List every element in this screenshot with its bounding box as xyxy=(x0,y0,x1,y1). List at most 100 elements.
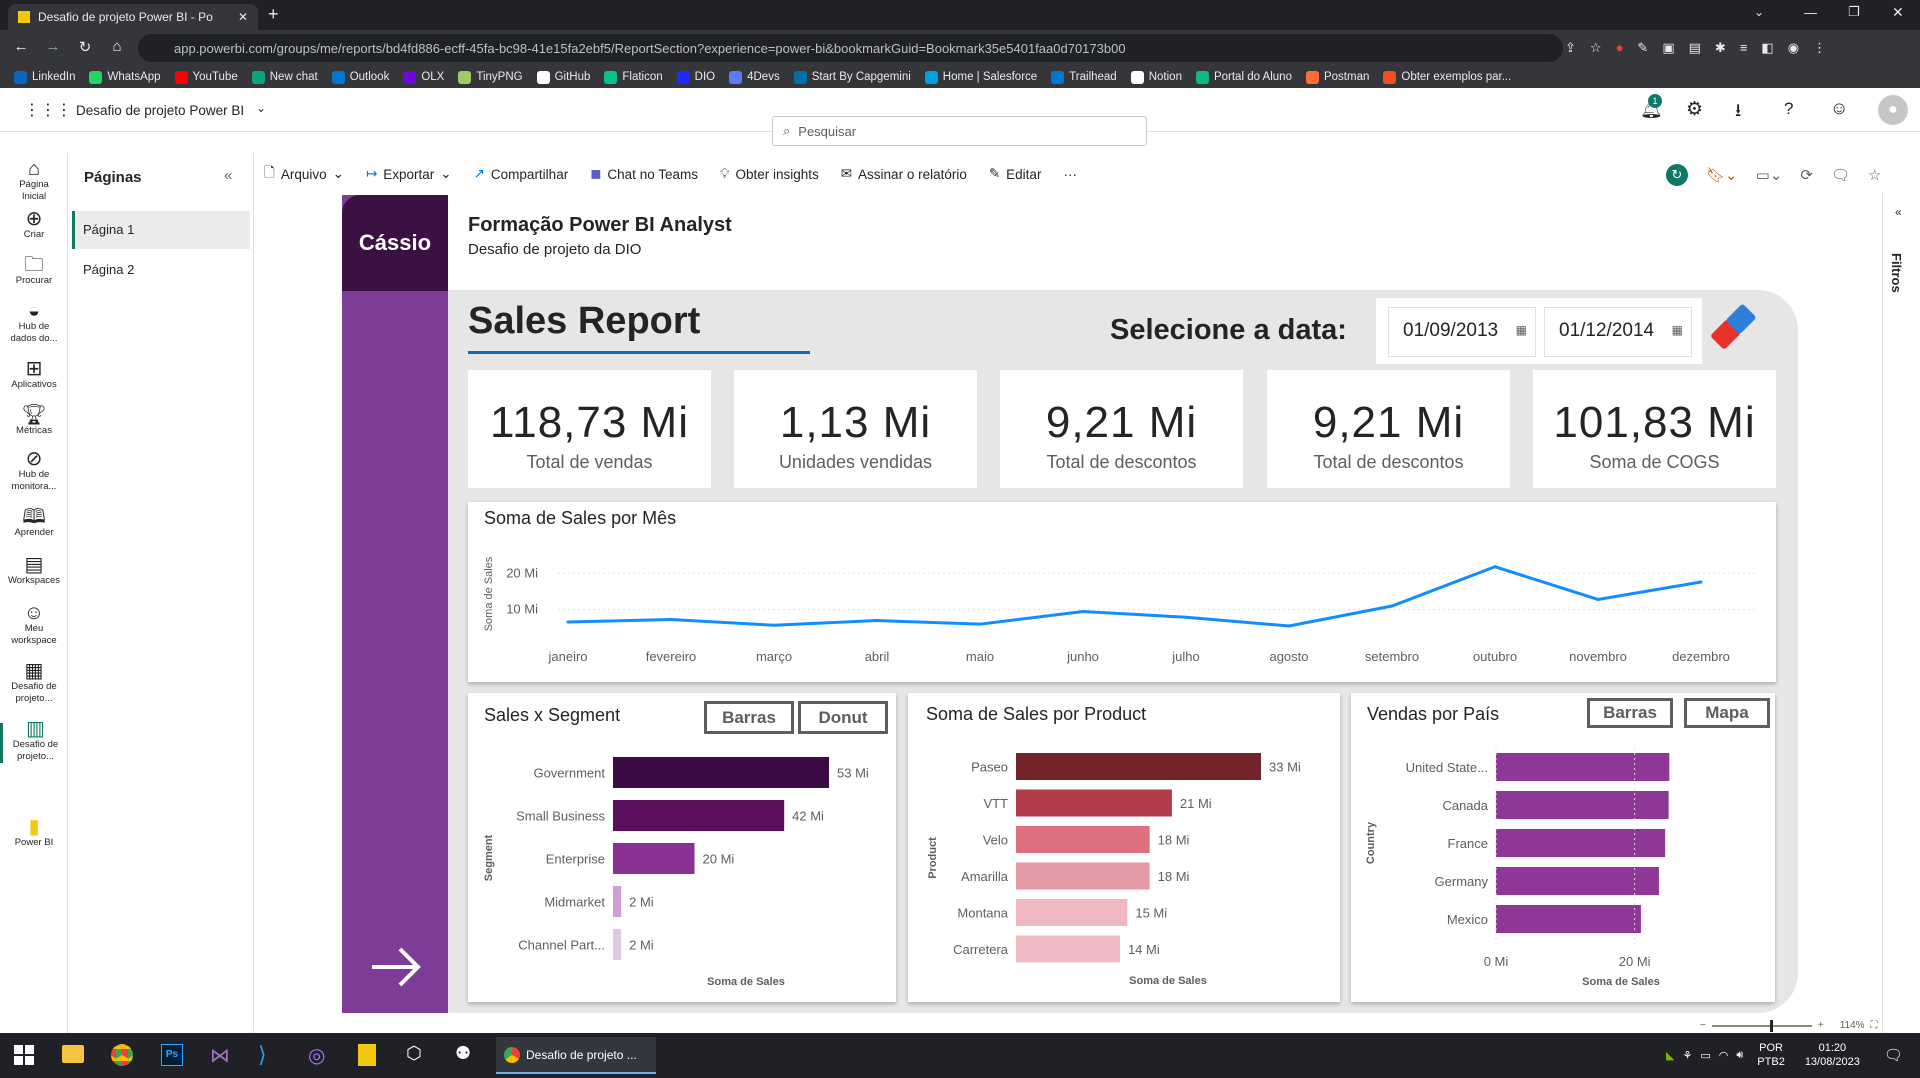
mapa-button[interactable]: Mapa xyxy=(1684,698,1770,728)
bookmark-whatsapp[interactable]: WhatsApp xyxy=(89,70,161,84)
zoom-in-icon[interactable]: + xyxy=(1818,1020,1824,1031)
bookmark-youtube[interactable]: YouTube xyxy=(174,70,238,84)
unity-icon[interactable]: ⬡ xyxy=(406,1043,422,1064)
date-end-input[interactable]: 01/12/2014 ▦ xyxy=(1544,307,1692,357)
extension-square-icon[interactable]: ▣ xyxy=(1662,40,1674,56)
nav-pagina-inicial[interactable]: ⌂ Página Inicial xyxy=(0,159,68,203)
share-button[interactable]: ↗ Compartilhar xyxy=(474,166,569,182)
bar[interactable] xyxy=(1016,789,1172,817)
url-field[interactable]: app.powerbi.com/groups/me/reports/bd4fd8… xyxy=(138,34,1563,62)
date-start-input[interactable]: 01/09/2013 ▦ xyxy=(1388,307,1536,357)
extensions-puzzle-icon[interactable]: ✱ xyxy=(1715,40,1726,56)
extension-red-icon[interactable]: ● xyxy=(1616,40,1624,56)
bookmark-4devs[interactable]: 4Devs xyxy=(729,70,780,84)
display-icon[interactable]: ▭ xyxy=(1700,1049,1710,1062)
line-point[interactable] xyxy=(1081,609,1085,613)
line-point[interactable] xyxy=(1493,565,1497,569)
line-point[interactable] xyxy=(669,617,673,621)
page-item-1[interactable]: Página 1 xyxy=(72,211,250,249)
bar[interactable] xyxy=(613,929,622,960)
photoshop-icon[interactable]: Ps xyxy=(161,1044,183,1066)
bookmark-flaticon[interactable]: Flaticon xyxy=(604,70,663,84)
bar[interactable] xyxy=(613,886,622,917)
nav-workspaces[interactable]: ▤ Workspaces xyxy=(0,555,68,587)
expand-filters-icon[interactable]: « xyxy=(1895,205,1902,219)
edit-button[interactable]: ✎ Editar xyxy=(989,166,1042,182)
file-explorer-icon[interactable] xyxy=(62,1045,84,1063)
comment-icon[interactable]: 🗨︎ xyxy=(1831,166,1850,184)
browser-tab[interactable]: Desafio de projeto Power BI - Po ✕ xyxy=(8,4,258,30)
country-chart-panel[interactable]: Vendas por País United State... Canada Fra… xyxy=(1351,693,1775,1002)
line-point[interactable] xyxy=(1184,615,1188,619)
bar[interactable] xyxy=(1496,905,1641,933)
bookmark-github[interactable]: GitHub xyxy=(536,70,590,84)
nav-metricas[interactable]: 🏆︎ Métricas xyxy=(0,405,68,437)
bar[interactable] xyxy=(1496,753,1670,781)
profile-avatar-icon[interactable]: ◉ xyxy=(1788,40,1799,56)
bar[interactable] xyxy=(1016,862,1150,890)
chevron-down-icon[interactable]: ⌄ xyxy=(256,101,266,115)
bookmark-dio[interactable]: DIO xyxy=(676,70,715,84)
nav-desafio-de-projeto[interactable]: ▥ Desafio de projeto... xyxy=(0,719,68,763)
nav-hub-de-monitora[interactable]: ⊘ Hub de monitora... xyxy=(0,449,68,493)
calendar-icon[interactable]: ▦ xyxy=(1672,323,1683,337)
line-point[interactable] xyxy=(1699,580,1703,584)
zoom-slider-thumb[interactable] xyxy=(1769,1019,1773,1032)
bar[interactable] xyxy=(1496,791,1669,819)
refresh-icon[interactable]: ⟳ xyxy=(1800,166,1813,184)
notifications-icon[interactable]: 🗨︎ xyxy=(1884,1046,1903,1064)
star-bookmark-icon[interactable]: ☆ xyxy=(1590,40,1602,56)
bookmark-outlook[interactable]: Outlook xyxy=(331,70,389,84)
bar[interactable] xyxy=(1016,753,1261,780)
powerbi-taskbar-icon[interactable] xyxy=(358,1044,376,1066)
bookmark-linkedin[interactable]: LinkedIn xyxy=(14,70,75,84)
windows-start-icon[interactable] xyxy=(14,1045,34,1065)
nav-procurar[interactable]: 🗀︎ Procurar xyxy=(0,255,68,287)
forward-icon[interactable]: → xyxy=(42,38,64,55)
nav-hub-de-dados-do[interactable]: ◒ Hub de dados do... xyxy=(0,301,68,345)
line-point[interactable] xyxy=(1390,604,1394,608)
zoom-out-icon[interactable]: − xyxy=(1700,1020,1706,1031)
bar[interactable] xyxy=(613,843,695,874)
wifi-icon[interactable]: ◠ xyxy=(1719,1049,1729,1062)
calendar-icon[interactable]: ▦ xyxy=(1516,323,1527,337)
nav-aplicativos[interactable]: ⊞ Aplicativos xyxy=(0,359,68,391)
bar[interactable] xyxy=(613,757,829,788)
bookmark-portal-do-aluno[interactable]: Portal do Aluno xyxy=(1195,70,1292,84)
chrome-icon[interactable] xyxy=(111,1044,133,1066)
line-point[interactable] xyxy=(1596,597,1600,601)
reading-list-icon[interactable]: ≡ xyxy=(1740,40,1748,56)
line-chart-panel[interactable]: Soma de Sales por Mês Soma de Sales 10 Mi… xyxy=(468,502,1776,682)
game-icon[interactable]: ⚉ xyxy=(455,1043,471,1064)
line-point[interactable] xyxy=(875,619,879,623)
nav-criar[interactable]: ⊕ Criar xyxy=(0,209,68,241)
reload-icon[interactable]: ↻ xyxy=(74,38,96,56)
nav-desafio-de-projeto[interactable]: ▦ Desafio de projeto... xyxy=(0,661,68,705)
zoom-slider[interactable] xyxy=(1711,1019,1812,1032)
teams-chat-button[interactable]: ◼ Chat no Teams xyxy=(590,166,698,182)
home-browser-icon[interactable]: ⌂ xyxy=(106,38,128,55)
close-tab-icon[interactable]: ✕ xyxy=(238,10,248,24)
minimize-icon[interactable]: — xyxy=(1804,5,1817,20)
vscode-icon[interactable]: ⟩ xyxy=(258,1042,267,1068)
bookmark-obter-exemplos-par[interactable]: Obter exemplos par... xyxy=(1383,70,1511,84)
bar[interactable] xyxy=(1016,899,1128,926)
nvidia-icon[interactable]: ◣ xyxy=(1666,1049,1674,1062)
collapse-pane-icon[interactable]: « xyxy=(224,167,232,184)
line-point[interactable] xyxy=(772,623,776,627)
view-icon[interactable]: ▭⌄ xyxy=(1756,166,1783,184)
product-chart-panel[interactable]: Soma de Sales por Product Paseo 33 Mi VTT 2… xyxy=(908,693,1340,1002)
eraser-icon[interactable] xyxy=(1704,296,1764,356)
download-icon[interactable]: ⭳ xyxy=(1735,98,1741,128)
bar[interactable] xyxy=(1016,826,1150,853)
browser-menu-icon[interactable]: ⋮ xyxy=(1813,40,1826,56)
bookmark-icon[interactable]: 🔖︎⌄ xyxy=(1706,166,1738,184)
back-icon[interactable]: ← xyxy=(10,38,32,55)
barras-button[interactable]: Barras xyxy=(1587,698,1673,728)
filters-pane-collapsed[interactable]: « Filtros xyxy=(1882,193,1920,1033)
insights-button[interactable]: 💡︎ Obter insights xyxy=(720,166,819,182)
bookmark-new-chat[interactable]: New chat xyxy=(251,70,318,84)
share-page-icon[interactable]: ⇪ xyxy=(1565,40,1576,56)
segment-chart-panel[interactable]: Sales x Segment Government 53 Mi Small Bus… xyxy=(468,693,896,1002)
bookmark-home-salesforce[interactable]: Home | Salesforce xyxy=(924,70,1037,84)
